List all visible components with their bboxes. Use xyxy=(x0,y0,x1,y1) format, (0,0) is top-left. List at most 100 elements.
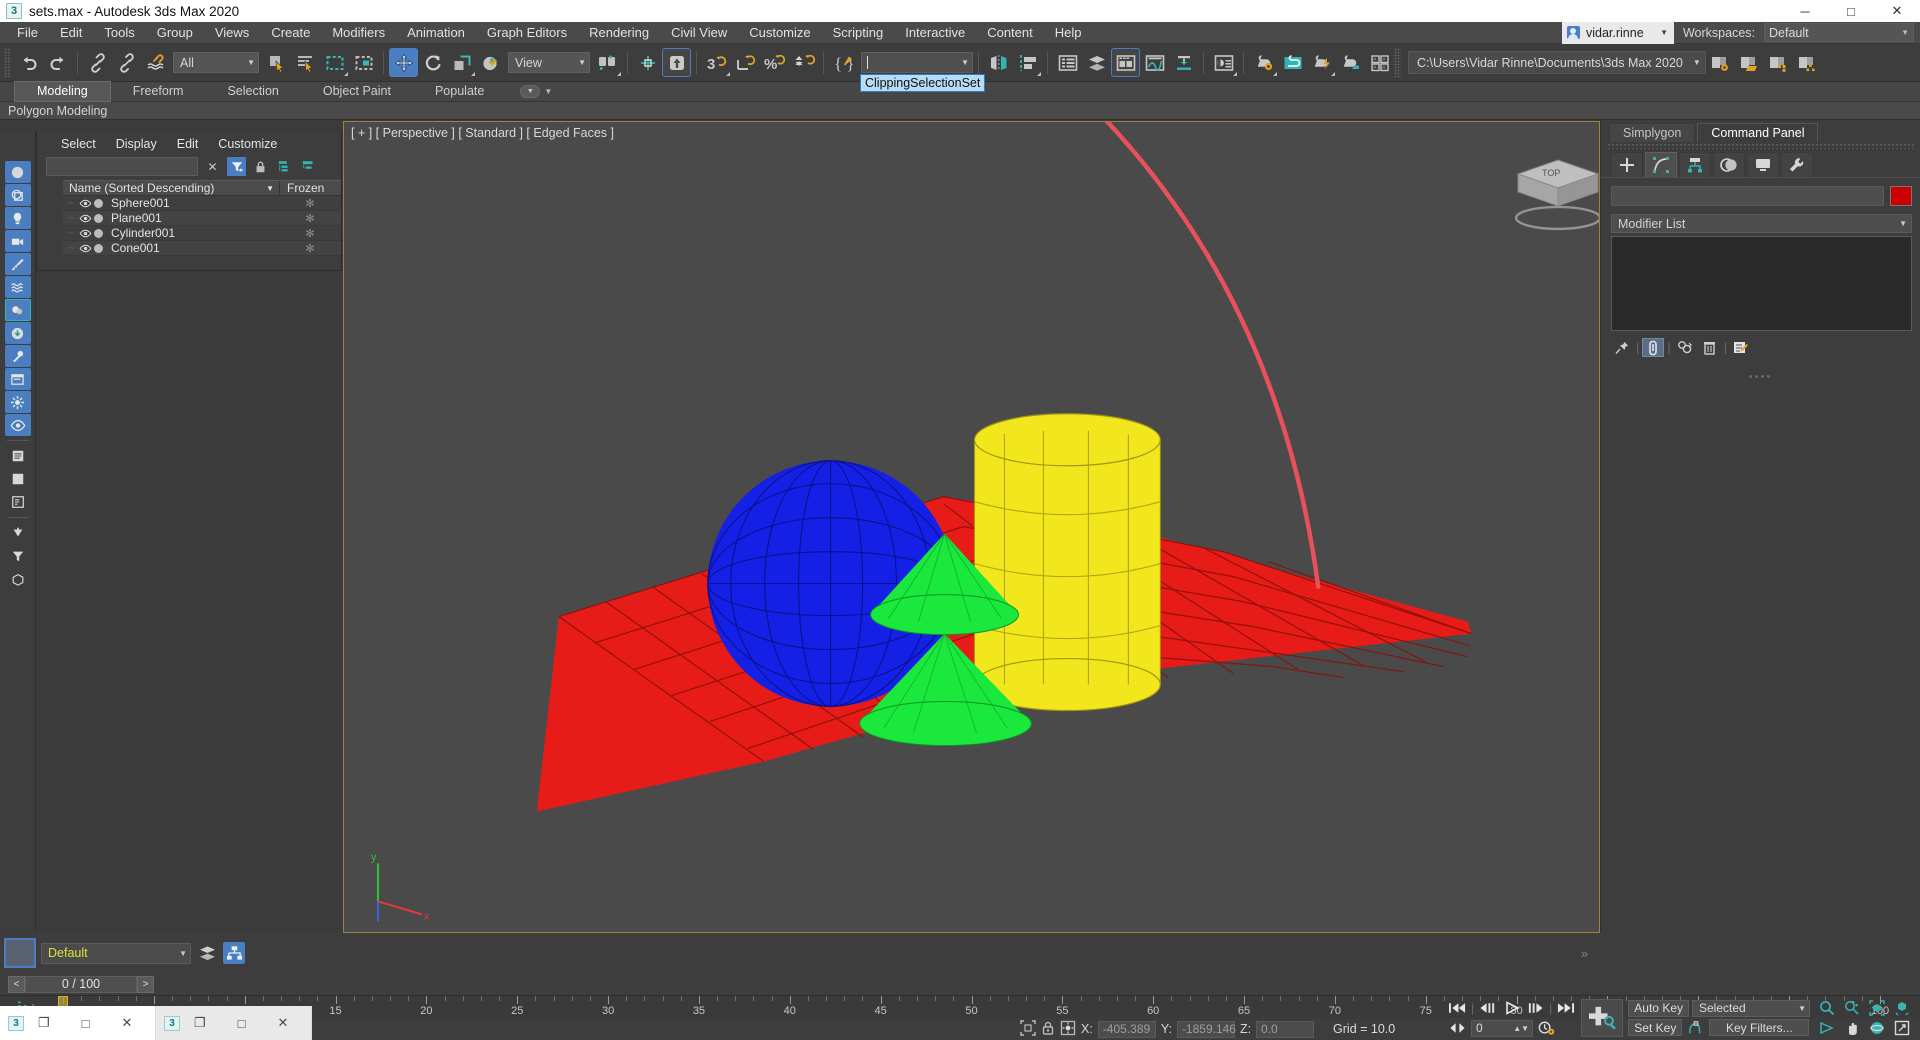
menu-views[interactable]: Views xyxy=(204,22,260,44)
column-header-name[interactable]: Name (Sorted Descending) ▼ xyxy=(63,181,279,195)
select-filter-combo[interactable]: All ▼ xyxy=(173,52,259,73)
go-to-end-icon[interactable] xyxy=(1555,999,1576,1017)
ribbon-minimize-icon[interactable]: ▼ xyxy=(520,85,540,98)
x-field[interactable]: -405.389 xyxy=(1098,1021,1156,1038)
se-filter-geometry-icon[interactable] xyxy=(5,161,31,183)
eye-icon[interactable] xyxy=(79,227,92,240)
rendered-frame-window-icon[interactable] xyxy=(1278,48,1307,77)
chevron-down-icon[interactable]: ▼ xyxy=(951,58,969,67)
display-icon[interactable] xyxy=(1747,152,1779,177)
collapse-all-icon[interactable] xyxy=(299,157,318,176)
play-animation-icon[interactable] xyxy=(1501,999,1522,1017)
se-panel-view-icon[interactable] xyxy=(5,491,31,513)
maximize-viewport-icon[interactable] xyxy=(1890,1019,1914,1038)
snaps-toggle-icon[interactable]: 3 xyxy=(702,48,731,77)
motion-icon[interactable] xyxy=(1713,152,1745,177)
ribbon-tab-object-paint[interactable]: Object Paint xyxy=(301,82,413,101)
minimize-button[interactable]: ─ xyxy=(1782,0,1828,22)
field-of-view-icon[interactable] xyxy=(1815,1019,1839,1038)
key-mode-toggle-icon[interactable] xyxy=(1447,1019,1468,1037)
account-button[interactable]: vidar.rinne ▼ xyxy=(1562,22,1674,44)
se-display-toggle-icon[interactable] xyxy=(5,568,31,590)
frozen-icon[interactable]: ✻ xyxy=(279,227,341,240)
toolbar-grip[interactable] xyxy=(4,48,11,78)
command-panel-grip[interactable] xyxy=(1607,143,1914,149)
tab-command-panel[interactable]: Command Panel xyxy=(1697,123,1818,142)
utilities-icon[interactable] xyxy=(1781,152,1813,177)
se-filter-space-warps-icon[interactable] xyxy=(5,276,31,298)
time-configuration-icon[interactable] xyxy=(1536,1019,1557,1037)
taskbar-item-2[interactable]: 3 ❐ □ ✕ xyxy=(156,1006,312,1040)
y-field[interactable]: -1859.146 xyxy=(1177,1021,1235,1038)
se-filter-groups-icon[interactable] xyxy=(5,299,31,321)
modifier-list-dropdown[interactable]: Modifier List ▼ xyxy=(1611,214,1912,233)
object-color-swatch[interactable] xyxy=(1890,186,1912,206)
modifier-stack[interactable] xyxy=(1611,236,1912,331)
selection-lock-icon[interactable] xyxy=(1041,1020,1055,1039)
se-filter-xrefs-icon[interactable] xyxy=(5,322,31,344)
menu-tools[interactable]: Tools xyxy=(93,22,145,44)
curve-editor-icon[interactable] xyxy=(1140,48,1169,77)
ribbon-tab-selection[interactable]: Selection xyxy=(205,82,300,101)
menu-graph-editors[interactable]: Graph Editors xyxy=(476,22,578,44)
menu-content[interactable]: Content xyxy=(976,22,1044,44)
eye-icon[interactable] xyxy=(79,242,92,255)
z-field[interactable]: 0.0 xyxy=(1256,1021,1314,1038)
menu-modifiers[interactable]: Modifiers xyxy=(321,22,396,44)
remove-modifier-icon[interactable] xyxy=(1699,338,1721,357)
se-filter-funnel-icon[interactable] xyxy=(5,545,31,567)
render-iterative-icon[interactable] xyxy=(1336,48,1365,77)
tab-simplygon[interactable]: Simplygon xyxy=(1609,123,1695,142)
material-editor-icon[interactable] xyxy=(1209,48,1238,77)
expand-all-icon[interactable] xyxy=(275,157,294,176)
panel-resize-handle[interactable]: •••• xyxy=(1601,371,1920,383)
zoom-extents-icon[interactable] xyxy=(1865,999,1889,1018)
lock-icon[interactable] xyxy=(251,157,270,176)
toggle-ribbon-icon[interactable] xyxy=(1111,48,1140,77)
menu-group[interactable]: Group xyxy=(146,22,204,44)
zoom-all-icon[interactable] xyxy=(1840,999,1864,1018)
key-filters-button[interactable]: Key Filters... xyxy=(1709,1019,1809,1036)
se-menu-edit[interactable]: Edit xyxy=(167,136,209,152)
menu-create[interactable]: Create xyxy=(260,22,321,44)
select-and-scale-icon[interactable] xyxy=(447,48,476,77)
select-and-link-icon[interactable] xyxy=(83,48,112,77)
zoom-extents-all-icon[interactable] xyxy=(1890,999,1914,1018)
column-header-frozen[interactable]: Frozen xyxy=(279,181,341,195)
absolute-relative-toggle-icon[interactable] xyxy=(1060,1020,1076,1039)
perspective-viewport[interactable]: TOP y x [ + ] [ Perspective ] [ Standard… xyxy=(343,121,1600,933)
orbit-icon[interactable] xyxy=(1865,1019,1889,1038)
clear-search-icon[interactable]: ✕ xyxy=(203,157,222,176)
bind-to-space-warp-icon[interactable] xyxy=(141,48,170,77)
render-toggle-icon[interactable] xyxy=(94,244,103,253)
hierarchy-icon[interactable] xyxy=(1679,152,1711,177)
zoom-icon[interactable] xyxy=(1815,999,1839,1018)
project-schematic-icon[interactable] xyxy=(1793,48,1822,77)
selection-lock-region-icon[interactable] xyxy=(1020,1020,1036,1039)
window-crossing-toggle-icon[interactable] xyxy=(349,48,378,77)
menu-rendering[interactable]: Rendering xyxy=(578,22,660,44)
show-end-result-icon[interactable] xyxy=(1642,338,1664,357)
se-filter-shapes-icon[interactable] xyxy=(5,184,31,206)
maximize-button[interactable]: □ xyxy=(1828,0,1874,22)
viewport-label[interactable]: [ + ] [ Perspective ] [ Standard ] [ Edg… xyxy=(351,126,614,140)
project-path-field[interactable]: C:\Users\Vidar Rinne\Documents\3ds Max 2… xyxy=(1408,51,1706,74)
configure-modifier-sets-icon[interactable] xyxy=(1730,338,1752,357)
menu-help[interactable]: Help xyxy=(1044,22,1093,44)
auto-key-button[interactable]: Auto Key xyxy=(1628,1000,1689,1017)
scene-explorer-icon[interactable] xyxy=(223,942,245,964)
viewport-scene[interactable]: TOP y x xyxy=(344,122,1599,923)
select-and-rotate-icon[interactable] xyxy=(418,48,447,77)
chevron-down-icon[interactable]: ▼ xyxy=(544,87,552,96)
table-row[interactable]: ┄ Sphere001 ✻ xyxy=(63,196,341,211)
ref-coord-system-combo[interactable]: View ▼ xyxy=(508,52,590,73)
project-tree-icon[interactable] xyxy=(1764,48,1793,77)
se-grid-view-icon[interactable] xyxy=(5,468,31,490)
toolbar-grip-2[interactable] xyxy=(1394,48,1401,78)
select-object-icon[interactable] xyxy=(262,48,291,77)
render-toggle-icon[interactable] xyxy=(94,199,103,208)
menu-file[interactable]: File xyxy=(6,22,49,44)
eye-icon[interactable] xyxy=(79,212,92,225)
menu-customize[interactable]: Customize xyxy=(738,22,821,44)
se-list-view-icon[interactable] xyxy=(5,445,31,467)
